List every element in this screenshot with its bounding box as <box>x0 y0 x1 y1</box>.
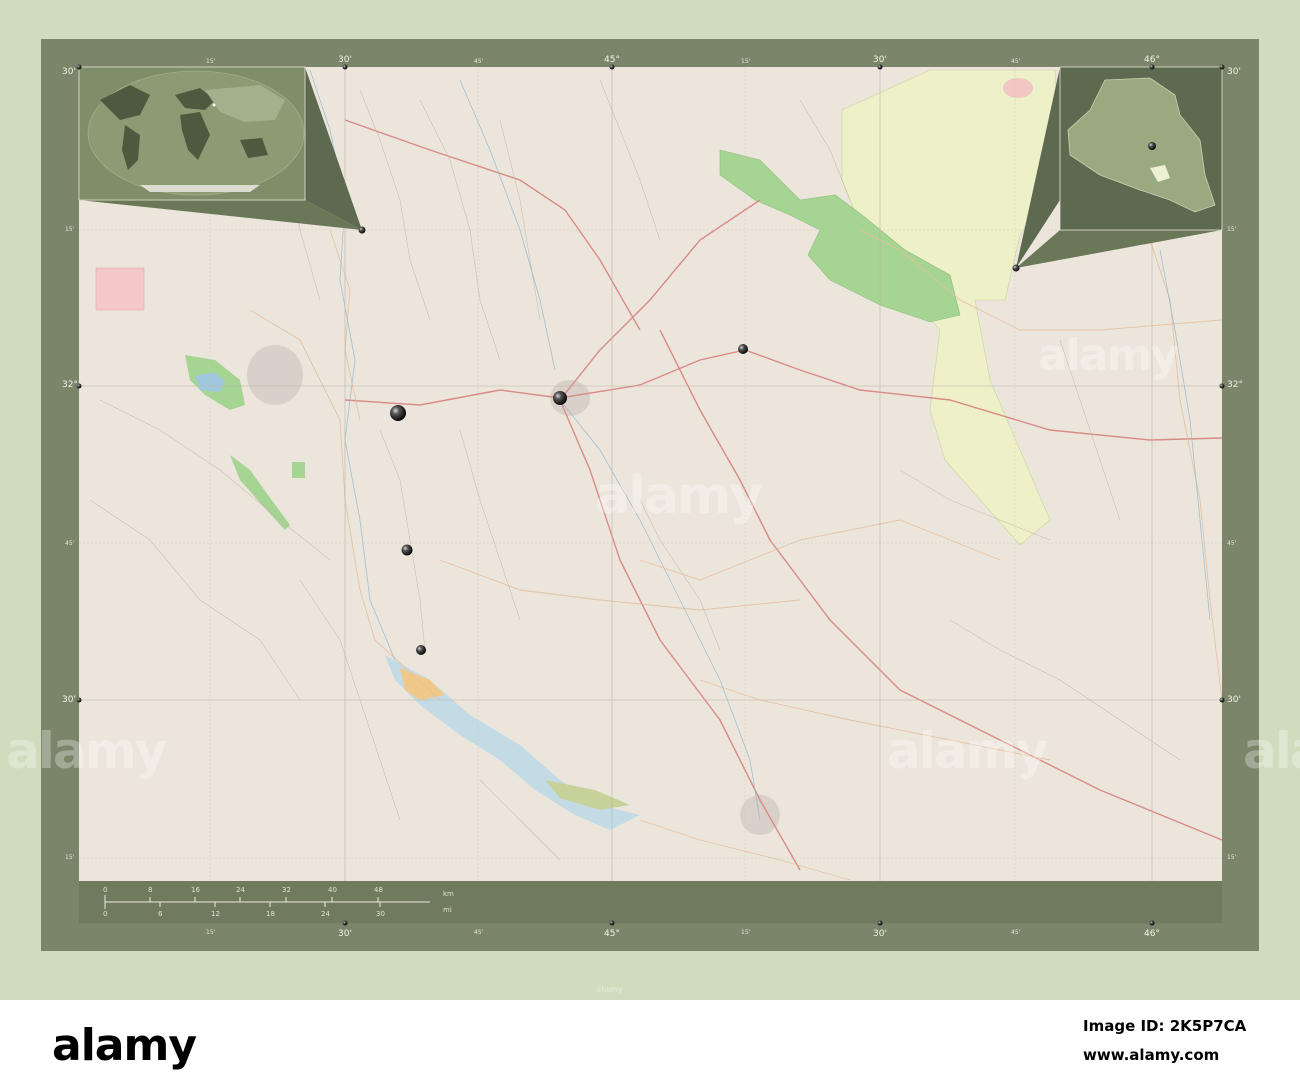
lon-minor-15b: 15' <box>741 58 751 65</box>
lon-minor-15-bottom: 15' <box>206 929 216 936</box>
lon-minor-45-bottom: 45' <box>474 929 484 936</box>
lon-minor-15: 15' <box>206 58 216 65</box>
lon-minor-45b-bottom: 45' <box>1011 929 1021 936</box>
sphere-marker-icon <box>401 544 413 556</box>
lat-label-top: 30' <box>62 67 76 77</box>
scale-km-32: 32 <box>282 886 291 894</box>
lat-minor-45: 45' <box>65 540 75 547</box>
scale-mi-unit: mi <box>443 906 452 914</box>
lat-label-top-right: 30' <box>1227 67 1241 77</box>
lat-minor-15-right: 15' <box>1227 226 1237 233</box>
scale-km-8: 8 <box>148 886 153 894</box>
lat-minor-15: 15' <box>65 226 75 233</box>
lon-label-30b: 30' <box>873 55 887 65</box>
lon-label-30b-bottom: 30' <box>873 929 887 939</box>
scale-mi-18: 18 <box>266 910 275 918</box>
image-id: Image ID: 2K5P7CA <box>1083 1017 1247 1035</box>
lon-minor-15b-bottom: 15' <box>741 929 751 936</box>
scale-km-24: 24 <box>236 886 245 894</box>
sphere-marker-icon <box>553 391 567 405</box>
lat-label-bottom-right: 30' <box>1227 695 1241 705</box>
lon-label-45-bottom: 45° <box>604 929 620 939</box>
scale-km-16: 16 <box>191 886 200 894</box>
scale-mi-6: 6 <box>158 910 163 918</box>
scale-mi-0: 0 <box>103 910 108 918</box>
lon-label-30a: 30' <box>338 55 352 65</box>
urban-area <box>1003 78 1033 98</box>
sphere-marker-icon <box>738 344 748 354</box>
lat-minor-15b-right: 15' <box>1227 854 1237 861</box>
watermark-right: alamy <box>1243 722 1300 780</box>
restricted-area <box>95 267 145 311</box>
sphere-marker-icon <box>416 645 426 655</box>
watermark-left: alamy <box>6 722 167 780</box>
scale-mi-30: 30 <box>376 910 385 918</box>
watermark-tiny: alamy <box>596 985 624 994</box>
lat-label-32-right: 32° <box>1227 380 1243 390</box>
sphere-marker-icon <box>390 405 406 421</box>
lon-minor-45: 45' <box>474 58 484 65</box>
scale-bar <box>79 881 1222 923</box>
lat-minor-15b: 15' <box>65 854 75 861</box>
site-url[interactable]: www.alamy.com <box>1083 1046 1219 1064</box>
watermark-center: alamy <box>595 466 763 526</box>
scale-mi-24: 24 <box>321 910 330 918</box>
lon-label-45: 45° <box>604 55 620 65</box>
alamy-logo: alamy <box>52 1020 197 1071</box>
scale-km-unit: km <box>443 890 454 898</box>
scale-mi-12: 12 <box>211 910 220 918</box>
urban-area <box>247 345 303 405</box>
scale-km-40: 40 <box>328 886 337 894</box>
lon-label-46: 46° <box>1144 55 1160 65</box>
scale-km-48: 48 <box>374 886 383 894</box>
lat-minor-45-right: 45' <box>1227 540 1237 547</box>
green-patch <box>292 462 305 478</box>
lon-label-46-bottom: 46° <box>1144 929 1160 939</box>
lon-minor-45b: 45' <box>1011 58 1021 65</box>
lat-label-bottom: 30' <box>62 695 76 705</box>
scale-km-0: 0 <box>103 886 108 894</box>
lon-label-30a-bottom: 30' <box>338 929 352 939</box>
watermark-upper-right: alamy <box>1038 330 1179 381</box>
lat-label-32: 32° <box>62 380 78 390</box>
watermark-lower-right: alamy <box>887 722 1048 780</box>
